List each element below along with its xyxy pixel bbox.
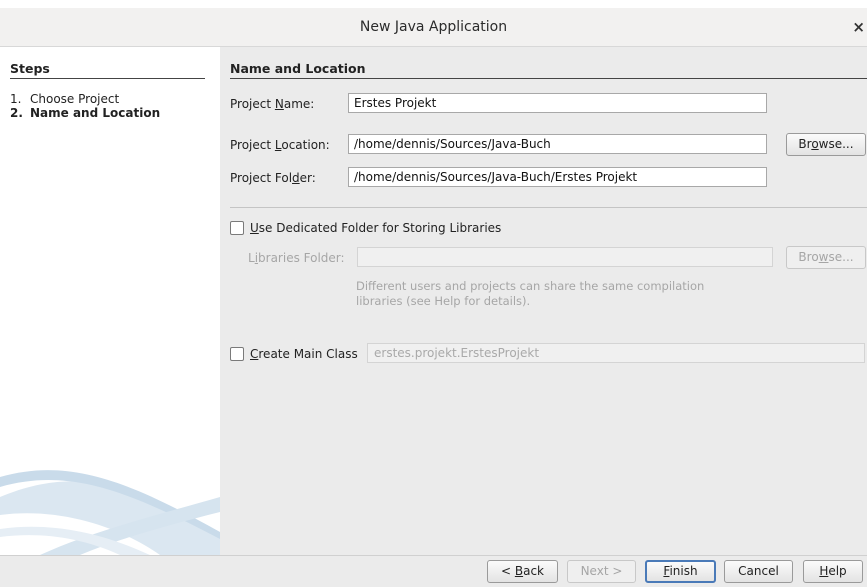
help-line: libraries (see Help for details).: [356, 294, 531, 308]
close-icon[interactable]: ×: [852, 18, 865, 36]
button-bar: < Back Next > Finish Cancel Help: [0, 555, 867, 587]
help-line: Different users and projects can share t…: [356, 279, 705, 293]
step-label: Choose Project: [30, 92, 120, 106]
project-name-label: Project Name:: [230, 97, 315, 111]
window-title: New Java Application: [359, 19, 508, 35]
project-folder-field[interactable]: /home/dennis/Sources/Java-Buch/Erstes Pr…: [348, 167, 767, 187]
dialog-content: Steps 1. Choose Project 2. Name and Locati…: [0, 47, 867, 555]
main-class-field[interactable]: erstes.projekt.ErstesProjekt: [367, 343, 865, 363]
step-choose-project: 1. Choose Project: [10, 92, 119, 106]
create-main-class-checkbox[interactable]: [230, 346, 244, 361]
browse-location-button[interactable]: Browse...: [786, 133, 866, 156]
steps-heading: Steps: [10, 61, 205, 79]
wizard-swoosh-graphic: [0, 470, 220, 555]
step-number: 1.: [10, 92, 22, 106]
dedicated-folder-checkbox[interactable]: [230, 220, 244, 235]
project-location-label: Project Location:: [230, 138, 330, 152]
project-folder-label: Project Folder:: [230, 171, 316, 185]
libraries-help-text: Different users and projects can share t…: [356, 279, 704, 309]
step-number: 2.: [10, 106, 23, 120]
help-button[interactable]: Help: [803, 560, 863, 583]
step-name-and-location: 2. Name and Location: [10, 106, 160, 120]
browse-libraries-button[interactable]: Browse...: [786, 246, 866, 269]
back-button[interactable]: < Back: [487, 560, 558, 583]
separator: [230, 207, 867, 208]
libraries-folder-label: Libraries Folder:: [248, 251, 345, 265]
steps-panel: Steps 1. Choose Project 2. Name and Locati…: [0, 47, 220, 555]
project-location-field[interactable]: /home/dennis/Sources/Java-Buch: [348, 134, 767, 154]
dedicated-folder-option[interactable]: Use Dedicated Folder for Storing Librari…: [230, 220, 501, 236]
libraries-folder-field[interactable]: [357, 247, 773, 267]
finish-button[interactable]: Finish: [645, 560, 716, 583]
next-button[interactable]: Next >: [567, 560, 636, 583]
project-name-field[interactable]: Erstes Projekt: [348, 93, 767, 113]
title-bar: New Java Application ×: [0, 8, 867, 47]
cancel-button[interactable]: Cancel: [724, 560, 793, 583]
create-main-class-option[interactable]: Create Main Class: [230, 346, 358, 362]
name-location-panel: Name and Location Project Name: Erstes P…: [220, 47, 867, 555]
panel-heading: Name and Location: [230, 61, 867, 79]
step-label: Name and Location: [30, 106, 161, 120]
